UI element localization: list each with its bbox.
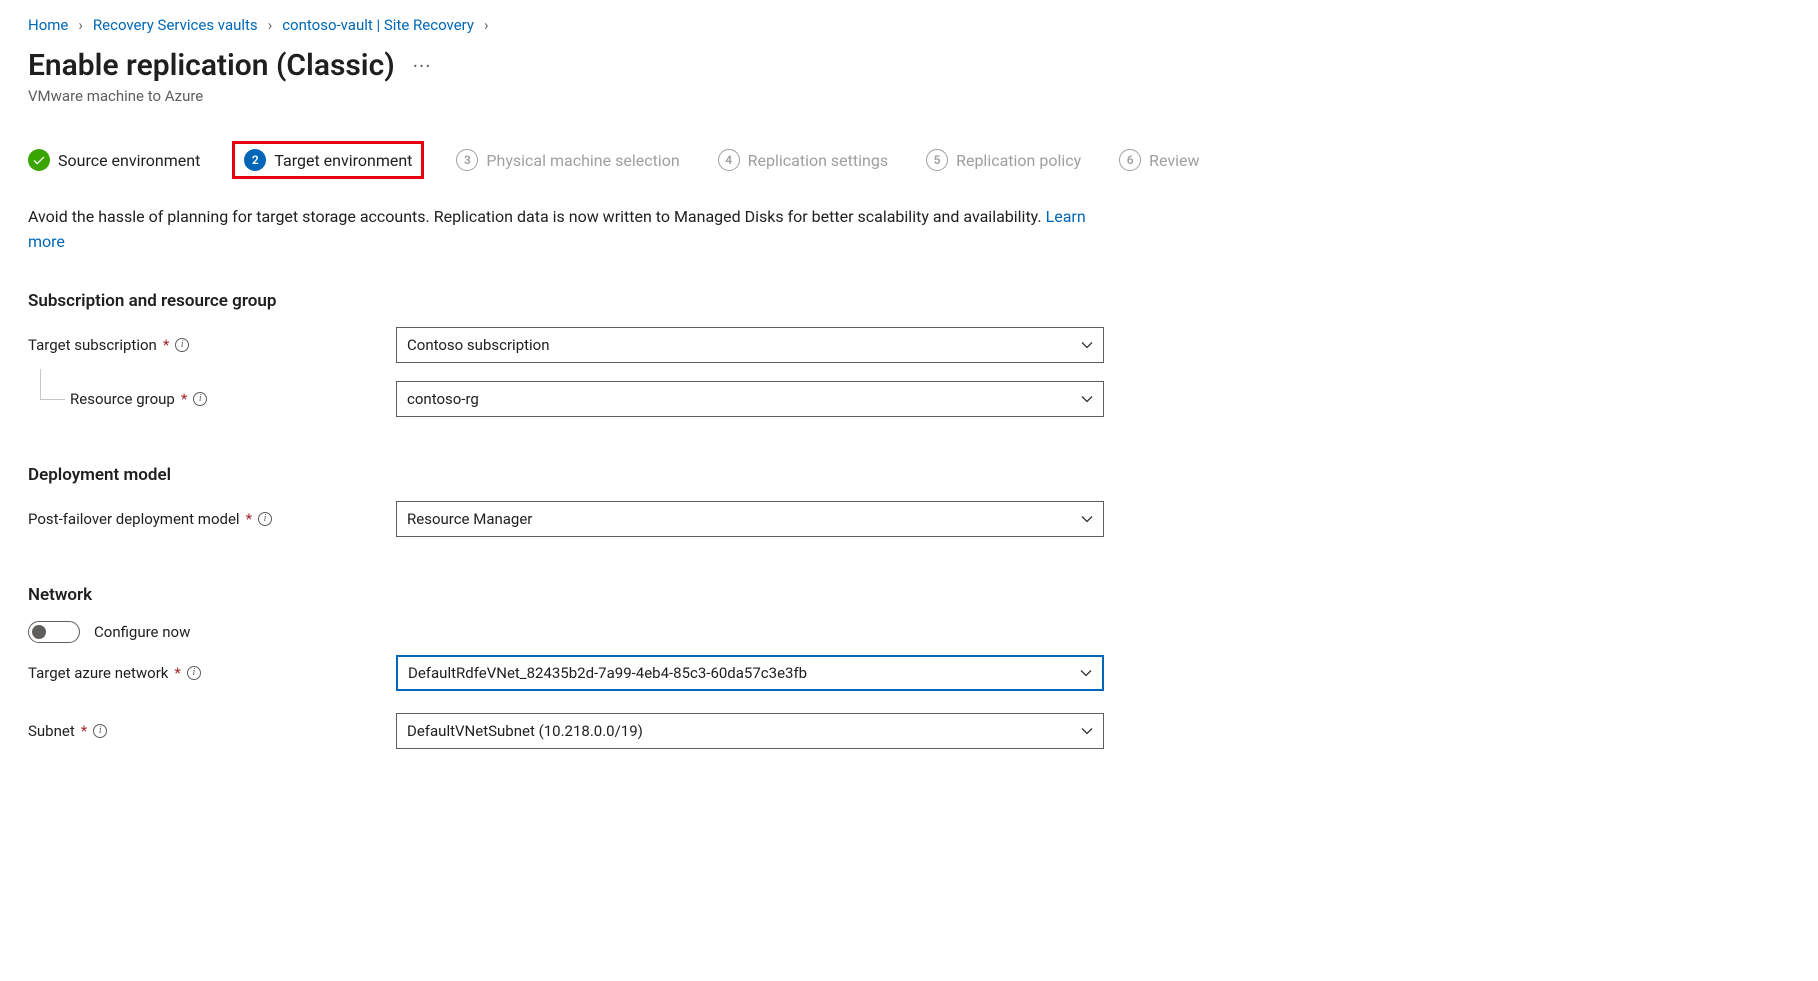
chevron-right-icon: › <box>484 16 489 34</box>
breadcrumb-home[interactable]: Home <box>28 16 68 34</box>
label-deployment-model: Post-failover deployment model <box>28 510 240 528</box>
select-deployment-model[interactable]: Resource Manager <box>396 501 1104 537</box>
required-marker: * <box>81 722 87 740</box>
required-marker: * <box>181 390 187 408</box>
chevron-right-icon: › <box>78 16 83 34</box>
toggle-label: Configure now <box>94 623 190 641</box>
step-label: Physical machine selection <box>486 151 679 170</box>
breadcrumb: Home › Recovery Services vaults › contos… <box>28 16 1790 34</box>
info-icon[interactable]: i <box>258 512 272 526</box>
chevron-down-icon <box>1081 725 1093 737</box>
info-icon[interactable]: i <box>193 392 207 406</box>
chevron-down-icon <box>1081 339 1093 351</box>
section-heading-subscription: Subscription and resource group <box>28 291 1790 311</box>
toggle-knob <box>32 625 46 639</box>
select-value: Contoso subscription <box>407 336 550 354</box>
step-label: Replication settings <box>748 151 888 170</box>
label-resource-group: Resource group <box>70 390 175 408</box>
section-heading-network: Network <box>28 585 1790 605</box>
step-label: Replication policy <box>956 151 1081 170</box>
chevron-right-icon: › <box>268 16 273 34</box>
select-target-network[interactable]: DefaultRdfeVNet_82435b2d-7a99-4eb4-85c3-… <box>396 655 1104 691</box>
field-resource-group-row: Resource group * i contoso-rg <box>28 381 1790 417</box>
checkmark-icon <box>28 149 50 171</box>
step-target-environment[interactable]: 2 Target environment <box>238 147 418 173</box>
select-value: contoso-rg <box>407 390 479 408</box>
select-target-subscription[interactable]: Contoso subscription <box>396 327 1104 363</box>
toggle-configure-now-row: Configure now <box>28 621 1790 643</box>
breadcrumb-vault-site-recovery[interactable]: contoso-vault | Site Recovery <box>282 16 474 34</box>
step-number-icon: 2 <box>244 149 266 171</box>
select-value: Resource Manager <box>407 510 532 528</box>
breadcrumb-recovery-vaults[interactable]: Recovery Services vaults <box>93 16 258 34</box>
required-marker: * <box>163 336 169 354</box>
select-resource-group[interactable]: contoso-rg <box>396 381 1104 417</box>
chevron-down-icon <box>1080 667 1092 679</box>
page-subtitle: VMware machine to Azure <box>28 87 1790 105</box>
field-deployment-model-row: Post-failover deployment model * i Resou… <box>28 501 1790 537</box>
step-replication-settings[interactable]: 4 Replication settings <box>718 149 888 171</box>
step-label: Review <box>1149 151 1199 170</box>
chevron-down-icon <box>1081 513 1093 525</box>
step-replication-policy[interactable]: 5 Replication policy <box>926 149 1081 171</box>
required-marker: * <box>246 510 252 528</box>
label-target-network: Target azure network <box>28 664 168 682</box>
step-review[interactable]: 6 Review <box>1119 149 1199 171</box>
page-title: Enable replication (Classic) <box>28 48 395 83</box>
info-icon[interactable]: i <box>93 724 107 738</box>
step-label: Target environment <box>274 151 412 170</box>
step-physical-machine-selection[interactable]: 3 Physical machine selection <box>456 149 679 171</box>
label-target-subscription: Target subscription <box>28 336 157 354</box>
required-marker: * <box>174 664 180 682</box>
chevron-down-icon <box>1081 393 1093 405</box>
select-value: DefaultRdfeVNet_82435b2d-7a99-4eb4-85c3-… <box>408 664 807 682</box>
select-subnet[interactable]: DefaultVNetSubnet (10.218.0.0/19) <box>396 713 1104 749</box>
step-source-environment[interactable]: Source environment <box>28 149 200 171</box>
section-heading-deployment: Deployment model <box>28 465 1790 485</box>
field-target-subscription-row: Target subscription * i Contoso subscrip… <box>28 327 1790 363</box>
step-label: Source environment <box>58 151 200 170</box>
step-number-icon: 4 <box>718 149 740 171</box>
field-target-network-row: Target azure network * i DefaultRdfeVNet… <box>28 655 1790 691</box>
step-number-icon: 5 <box>926 149 948 171</box>
info-icon[interactable]: i <box>175 338 189 352</box>
toggle-configure-now[interactable] <box>28 621 80 643</box>
label-subnet: Subnet <box>28 722 75 740</box>
info-icon[interactable]: i <box>187 666 201 680</box>
select-value: DefaultVNetSubnet (10.218.0.0/19) <box>407 722 643 740</box>
info-text: Avoid the hassle of planning for target … <box>28 207 1046 226</box>
step-number-icon: 6 <box>1119 149 1141 171</box>
wizard-stepper: Source environment 2 Target environment … <box>28 147 1790 173</box>
step-number-icon: 3 <box>456 149 478 171</box>
field-subnet-row: Subnet * i DefaultVNetSubnet (10.218.0.0… <box>28 713 1790 749</box>
more-icon[interactable]: ··· <box>413 54 432 78</box>
info-banner: Avoid the hassle of planning for target … <box>28 205 1098 255</box>
